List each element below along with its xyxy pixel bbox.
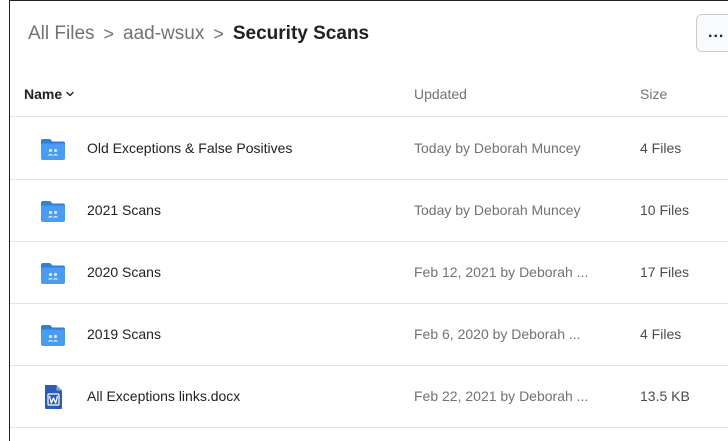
breadcrumb-separator-icon: > xyxy=(103,23,115,44)
row-size: 4 Files xyxy=(640,326,682,342)
shared-folder-icon xyxy=(40,198,66,224)
row-updated: Feb 22, 2021 by Deborah ... xyxy=(414,388,589,404)
row-size: 10 Files xyxy=(640,202,690,218)
column-header-size[interactable]: Size xyxy=(640,86,667,102)
table-row[interactable]: 2019 Scans Feb 6, 2020 by Deborah ... 4 Fi… xyxy=(10,304,728,366)
breadcrumb-link-aad-wsux[interactable]: aad-wsux xyxy=(123,23,204,45)
table-row[interactable]: 2021 Scans Today by Deborah Muncey 10 File… xyxy=(10,180,728,242)
more-horizontal-icon: ... xyxy=(708,24,725,41)
row-name-link[interactable]: All Exceptions links.docx xyxy=(87,388,240,404)
table-row[interactable]: 2020 Scans Feb 12, 2021 by Deborah ... 17 … xyxy=(10,242,728,304)
row-updated: Feb 12, 2021 by Deborah ... xyxy=(414,264,589,280)
column-header-name-label: Name xyxy=(24,86,63,102)
row-name-link[interactable]: 2019 Scans xyxy=(87,326,161,342)
table-row[interactable]: All Exceptions links.docx Feb 22, 2021 by… xyxy=(10,366,728,428)
row-name-link[interactable]: Old Exceptions & False Positives xyxy=(87,140,292,156)
page-title: Security Scans xyxy=(232,23,370,44)
breadcrumb: All Files > aad-wsux > Security Scans xyxy=(28,21,369,47)
column-header-name[interactable]: Name xyxy=(24,86,74,102)
row-size: 17 Files xyxy=(640,264,690,280)
row-updated: Feb 6, 2020 by Deborah ... xyxy=(414,326,581,342)
row-size: 13.5 KB xyxy=(640,388,690,404)
row-name-link[interactable]: 2021 Scans xyxy=(87,202,161,218)
column-header-updated[interactable]: Updated xyxy=(414,86,467,102)
table-row[interactable]: Old Exceptions & False Positives Today by… xyxy=(10,118,728,180)
shared-folder-icon xyxy=(40,136,66,162)
shared-folder-icon xyxy=(40,260,66,286)
table-header: Name Updated Size xyxy=(10,71,728,117)
file-browser: All Files > aad-wsux > Security Scans ..… xyxy=(9,0,728,441)
row-name-link[interactable]: 2020 Scans xyxy=(87,264,161,280)
breadcrumb-separator-icon: > xyxy=(213,23,224,44)
row-size: 4 Files xyxy=(640,140,682,156)
more-options-button[interactable]: ... xyxy=(696,14,728,52)
shared-folder-icon xyxy=(40,322,66,348)
breadcrumb-link-all-files[interactable]: All Files xyxy=(28,23,95,45)
word-document-icon xyxy=(40,384,66,410)
row-updated: Today by Deborah Muncey xyxy=(414,140,581,156)
row-updated: Today by Deborah Muncey xyxy=(414,202,581,218)
chevron-down-icon xyxy=(66,91,74,97)
